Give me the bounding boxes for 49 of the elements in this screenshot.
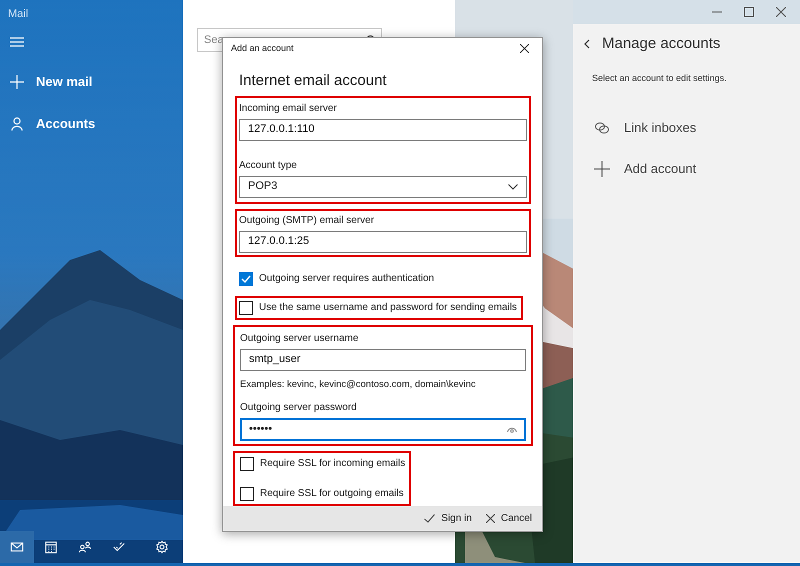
checkbox-label: Require SSL for incoming emails xyxy=(260,457,406,470)
account-action[interactable]: Link inboxes xyxy=(573,107,800,148)
plus-icon xyxy=(10,74,24,88)
checkbox-label: Use the same username and password for sending emails xyxy=(259,301,517,314)
dialog-title: Add an account xyxy=(231,42,294,55)
checkbox[interactable] xyxy=(239,272,253,286)
field-label: Outgoing server username xyxy=(240,332,360,345)
link-icon xyxy=(594,120,610,134)
close-icon[interactable] xyxy=(520,44,529,53)
checkmark-icon xyxy=(112,540,126,554)
people-icon xyxy=(78,540,92,554)
account-action[interactable]: Add account xyxy=(573,148,800,189)
chevron-down-icon xyxy=(508,184,518,190)
maximize-icon[interactable] xyxy=(744,7,754,17)
field-label: Account type xyxy=(239,158,298,172)
checkmark-icon xyxy=(424,514,436,523)
dialog-heading: Internet email account xyxy=(239,72,387,90)
eye-icon xyxy=(507,426,517,433)
menu-button[interactable] xyxy=(10,36,24,46)
cancel-button[interactable]: Cancel xyxy=(486,510,532,526)
person-icon xyxy=(11,116,23,130)
checkbox[interactable] xyxy=(239,300,253,315)
sidebar-item[interactable]: New mail xyxy=(0,60,183,102)
checkbox[interactable] xyxy=(240,456,254,471)
sign-in-button[interactable]: Sign in xyxy=(424,510,472,526)
field-label: Outgoing server password xyxy=(240,400,358,414)
password-field[interactable]: •••••• xyxy=(240,418,526,441)
checkbox-label: Outgoing server requires authentication xyxy=(259,272,434,286)
close-icon xyxy=(486,514,495,523)
dropdown[interactable]: POP3 xyxy=(239,176,527,198)
mail-icon xyxy=(10,540,24,554)
text-field[interactable]: 127.0.0.1:110 xyxy=(239,118,527,141)
panel-title: Manage accounts xyxy=(602,34,720,54)
hint-text: Examples: kevinc, kevinc@contoso.com, domain\kevinc xyxy=(240,378,477,391)
back-icon[interactable] xyxy=(583,39,590,50)
field-label: Outgoing (SMTP) email server xyxy=(239,214,376,227)
plus-icon xyxy=(594,160,610,176)
checkbox-label: Require SSL for outgoing emails xyxy=(260,487,404,500)
checkbox[interactable] xyxy=(240,486,254,501)
text-field[interactable]: 127.0.0.1:25 xyxy=(239,230,527,253)
field-label: Incoming email server xyxy=(239,102,338,115)
calendar-icon xyxy=(44,540,58,554)
menu-icon xyxy=(10,36,24,46)
nav-button[interactable] xyxy=(0,531,34,563)
text-field[interactable]: smtp_user xyxy=(240,348,526,371)
settings-icon xyxy=(155,540,169,554)
sidebar-item[interactable]: Accounts xyxy=(0,102,183,144)
panel-subtitle: Select an account to edit settings. xyxy=(592,72,727,85)
app-title: Mail xyxy=(8,7,28,22)
